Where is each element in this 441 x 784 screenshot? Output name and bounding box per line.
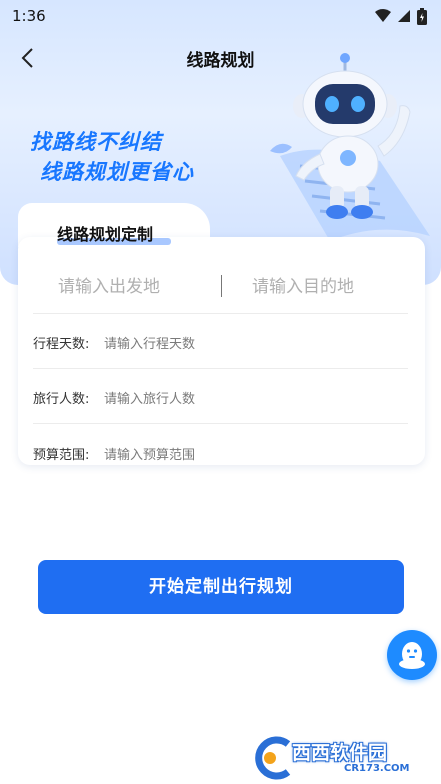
form-row-budget: 预算范围: 请输入预算范围 — [33, 438, 408, 468]
signal-icon — [398, 10, 410, 22]
travelers-input[interactable]: 请输入旅行人数 — [104, 388, 394, 407]
divider — [33, 313, 408, 314]
budget-label: 预算范围: — [33, 448, 90, 463]
location-row: 请输入出发地 请输入目的地 — [18, 265, 425, 313]
watermark-logo-icon — [255, 736, 291, 780]
page-title: 线路规划 — [186, 51, 255, 71]
travelers-label: 旅行人数: — [33, 392, 90, 407]
form-row-travelers: 旅行人数: 请输入旅行人数 — [33, 382, 408, 412]
status-bar: 1:36 — [0, 0, 441, 32]
start-planning-button[interactable]: 开始定制出行规划 — [38, 560, 404, 614]
watermark-logo: 西西软件园 CR173.COM — [248, 736, 438, 780]
customer-service-button[interactable] — [387, 630, 437, 680]
days-label: 行程天数: — [33, 337, 90, 352]
status-time: 1:36 — [12, 7, 46, 25]
departure-input[interactable]: 请输入出发地 — [58, 265, 218, 309]
watermark-domain: CR173.COM — [344, 763, 410, 774]
hero-slogan-line2: 线路规划更省心 — [40, 160, 194, 184]
tab-title-text: 线路规划定制 — [57, 225, 154, 244]
hero-slogan-line1: 找路线不纠结 — [30, 130, 162, 154]
tab-title: 线路规划定制 — [57, 221, 153, 245]
wifi-icon — [375, 9, 391, 22]
budget-input[interactable]: 请输入预算范围 — [104, 444, 394, 463]
divider — [33, 368, 408, 369]
location-divider — [221, 275, 222, 297]
days-input[interactable]: 请输入行程天数 — [104, 333, 394, 352]
watermark-brand: 西西软件园 — [292, 742, 388, 764]
battery-icon — [417, 7, 427, 25]
divider — [33, 423, 408, 424]
destination-input[interactable]: 请输入目的地 — [252, 265, 412, 309]
status-icons — [375, 7, 427, 25]
nav-bar: 线路规划 — [0, 38, 441, 78]
form-row-days: 行程天数: 请输入行程天数 — [33, 327, 408, 357]
customer-service-icon — [399, 642, 425, 669]
